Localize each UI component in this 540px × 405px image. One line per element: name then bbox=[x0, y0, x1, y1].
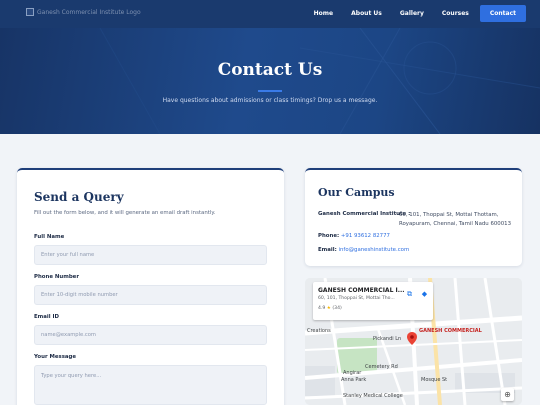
map-pin-icon[interactable] bbox=[407, 332, 417, 345]
campus-address: 60, 101, Thoppai St, Mottai Thottam, Roy… bbox=[399, 212, 512, 227]
place-rating: 4.9 ★ (34) bbox=[318, 306, 342, 311]
map-label-cemetery: Cemetery Rd bbox=[365, 364, 398, 370]
map-label-creations: Creations bbox=[307, 328, 331, 334]
query-form-description: Fill out the form below, and it will gen… bbox=[34, 210, 216, 216]
email-input[interactable]: name@example.com bbox=[34, 325, 267, 345]
star-icon: ★ bbox=[326, 306, 331, 311]
campus-title: Our Campus bbox=[318, 186, 395, 199]
campus-name-label: Ganesh Commercial Institute : bbox=[318, 211, 410, 217]
phone-label: Phone Number bbox=[34, 274, 80, 280]
map-label-angirar: Angirar bbox=[343, 370, 362, 376]
nav-contact-button[interactable]: Contact bbox=[479, 5, 526, 22]
query-form-title: Send a Query bbox=[34, 190, 124, 204]
top-navbar: Ganesh Commercial Institute Logo Home Ab… bbox=[0, 0, 540, 28]
campus-phone-row: Phone: +91 93612 82777 bbox=[318, 233, 390, 239]
full-name-label: Full Name bbox=[34, 234, 65, 240]
institute-name: Ganesh Commercial Institute : bbox=[318, 211, 411, 217]
review-count: (34) bbox=[332, 306, 342, 311]
nav-gallery-link[interactable]: Gallery bbox=[391, 5, 433, 22]
nav-courses-link[interactable]: Courses bbox=[433, 5, 478, 22]
nav-menu: Home About Us Gallery Courses Contact bbox=[305, 5, 526, 22]
campus-map[interactable]: GANESH COMMERCIAL I... 60, 101, Thoppai … bbox=[305, 278, 522, 405]
hero-background-pattern bbox=[99, 28, 540, 134]
place-popup[interactable]: GANESH COMMERCIAL I... 60, 101, Thoppai … bbox=[313, 282, 433, 320]
email-label: Email ID bbox=[34, 314, 59, 320]
map-label-ganesh: GANESH COMMERCIAL bbox=[419, 328, 482, 334]
campus-info-card: Our Campus Ganesh Commercial Institute :… bbox=[305, 168, 522, 266]
message-textarea[interactable]: Type your query here... bbox=[34, 365, 267, 405]
phone-link[interactable]: +91 93612 82777 bbox=[341, 233, 390, 239]
phone-key: Phone: bbox=[318, 233, 340, 239]
full-name-input[interactable]: Enter your full name bbox=[34, 245, 267, 265]
broken-image-icon bbox=[26, 8, 34, 16]
email-key: Email: bbox=[318, 247, 337, 253]
place-address: 60, 101, Thoppai St, Mottai Tho... bbox=[318, 296, 395, 301]
title-underline bbox=[258, 90, 282, 92]
phone-input[interactable]: Enter 10-digit mobile number bbox=[34, 285, 267, 305]
page-title: Contact Us bbox=[217, 60, 323, 80]
email-link[interactable]: info@ganeshinstitute.com bbox=[339, 247, 410, 253]
site-logo[interactable]: Ganesh Commercial Institute Logo bbox=[26, 8, 141, 16]
logo-alt-text: Ganesh Commercial Institute Logo bbox=[37, 8, 141, 16]
map-label-mosque: Mosque St bbox=[421, 377, 448, 383]
map-label-anna-park: Anna Park bbox=[341, 377, 367, 383]
map-recenter-icon[interactable]: ⊕ bbox=[501, 388, 514, 401]
directions-icon[interactable]: ◆ bbox=[420, 290, 429, 299]
open-in-maps-icon[interactable]: ⧉ bbox=[405, 290, 414, 299]
campus-email-row: Email: info@ganeshinstitute.com bbox=[318, 247, 409, 253]
place-name: GANESH COMMERCIAL I... bbox=[318, 287, 405, 294]
nav-about-link[interactable]: About Us bbox=[342, 5, 391, 22]
hero-subtitle: Have questions about admissions or class… bbox=[162, 97, 378, 104]
nav-home-link[interactable]: Home bbox=[305, 5, 342, 22]
map-label-pinkandi: Pickandi Ln bbox=[373, 336, 402, 342]
map-label-stanley: Stanley Medical College bbox=[343, 393, 403, 399]
hero-banner: Contact Us Have questions about admissio… bbox=[0, 28, 540, 134]
query-form-card: Send a Query Fill out the form below, an… bbox=[17, 168, 284, 405]
message-label: Your Message bbox=[34, 354, 77, 360]
rating-value: 4.9 bbox=[318, 306, 326, 311]
